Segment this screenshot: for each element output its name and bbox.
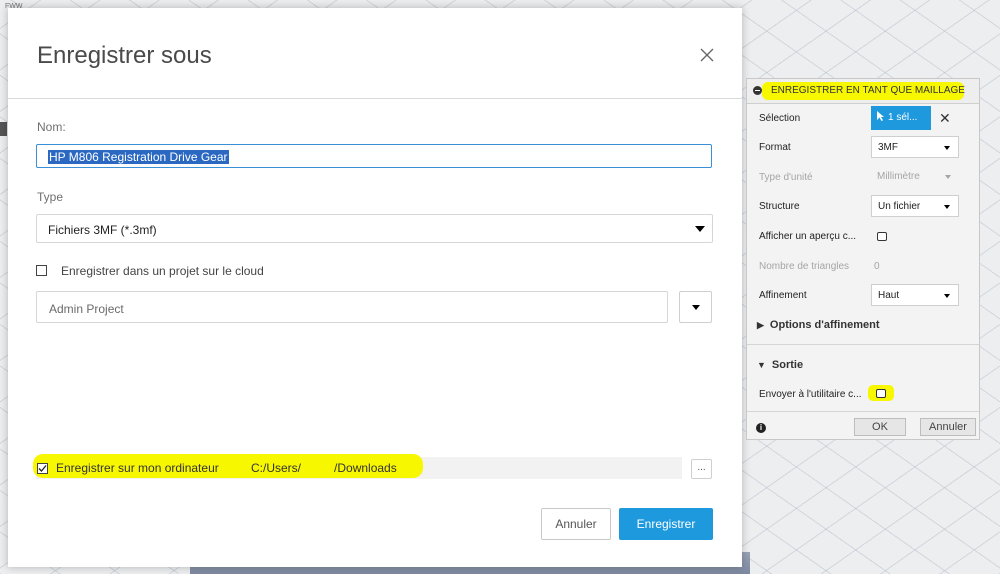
- triangle-count-value: 0: [874, 261, 880, 272]
- name-input[interactable]: HP M806 Registration Drive Gear: [36, 144, 712, 168]
- selection-label: Sélection: [759, 113, 801, 124]
- cancel-button[interactable]: Annuler: [541, 508, 611, 540]
- name-value: HP M806 Registration Drive Gear: [48, 150, 229, 164]
- type-select[interactable]: Fichiers 3MF (*.3mf): [36, 214, 713, 243]
- save-path: C:/Users//Downloads: [251, 461, 397, 475]
- save-local-label: Enregistrer sur mon ordinateur: [56, 461, 219, 475]
- close-icon[interactable]: [696, 44, 718, 66]
- selection-button[interactable]: 1 sél...: [871, 106, 931, 130]
- project-dropdown-button[interactable]: [679, 291, 712, 323]
- chevron-down-icon: [945, 175, 951, 179]
- info-icon[interactable]: i: [756, 423, 766, 433]
- ok-button[interactable]: OK: [854, 418, 906, 436]
- name-label: Nom:: [37, 120, 66, 134]
- type-label: Type: [37, 190, 64, 204]
- collapse-icon[interactable]: [753, 86, 762, 95]
- checkmark-icon: [38, 465, 47, 472]
- browse-button[interactable]: ...: [691, 459, 712, 479]
- refinement-select[interactable]: Haut: [871, 284, 959, 306]
- structure-value: Un fichier: [878, 201, 921, 212]
- chevron-down-icon: [692, 305, 700, 310]
- type-value: Fichiers 3MF (*.3mf): [48, 223, 157, 237]
- chevron-down-icon: [944, 294, 950, 298]
- panel-cancel-button[interactable]: Annuler: [920, 418, 976, 436]
- format-label: Format: [759, 142, 791, 153]
- section-divider: [747, 344, 979, 345]
- project-value: Admin Project: [49, 302, 124, 316]
- triangle-count-label: Nombre de triangles: [759, 261, 850, 272]
- export-mesh-panel: ENREGISTRER EN TANT QUE MAILLAGE Sélecti…: [746, 78, 980, 440]
- unit-type-select: Millimètre: [871, 166, 959, 188]
- save-button[interactable]: Enregistrer: [619, 508, 713, 540]
- chevron-down-icon: [695, 226, 705, 232]
- dialog-title: Enregistrer sous: [37, 42, 212, 69]
- unit-type-label: Type d'unité: [759, 172, 813, 183]
- preview-label: Afficher un aperçu c...: [759, 231, 857, 242]
- footer-divider: [747, 411, 979, 412]
- panel-header: ENREGISTRER EN TANT QUE MAILLAGE: [747, 79, 979, 104]
- save-local-checkbox[interactable]: [37, 463, 48, 474]
- structure-select[interactable]: Un fichier: [871, 195, 959, 217]
- refinement-value: Haut: [878, 290, 900, 301]
- chevron-down-icon: [944, 205, 950, 209]
- refinement-label: Affinement: [759, 290, 807, 301]
- header-divider: [8, 98, 742, 99]
- send-to-utility-label: Envoyer à l'utilitaire c...: [759, 389, 862, 400]
- send-to-utility-checkbox[interactable]: [876, 389, 886, 398]
- cloud-project-checkbox[interactable]: [36, 265, 47, 276]
- cursor-arrow-icon: [877, 111, 884, 121]
- format-value: 3MF: [878, 142, 898, 153]
- chevron-down-icon: [944, 146, 950, 150]
- clear-selection-icon[interactable]: ✕: [939, 110, 951, 127]
- panel-title: ENREGISTRER EN TANT QUE MAILLAGE: [771, 85, 965, 96]
- output-section[interactable]: ▼ Sortie: [757, 359, 803, 371]
- chevron-right-icon: ▶: [757, 320, 764, 330]
- structure-label: Structure: [759, 201, 800, 212]
- save-as-dialog: Enregistrer sous Nom: HP M806 Registrati…: [8, 8, 742, 567]
- cloud-project-label: Enregistrer dans un projet sur le cloud: [61, 264, 264, 278]
- left-edge-tab[interactable]: [0, 122, 7, 136]
- unit-type-value: Millimètre: [877, 171, 920, 182]
- chevron-down-icon: ▼: [757, 360, 766, 370]
- preview-checkbox[interactable]: [877, 232, 887, 241]
- project-select[interactable]: Admin Project: [36, 291, 668, 323]
- format-select[interactable]: 3MF: [871, 136, 959, 158]
- refinement-options-section[interactable]: ▶ Options d'affinement: [757, 319, 879, 331]
